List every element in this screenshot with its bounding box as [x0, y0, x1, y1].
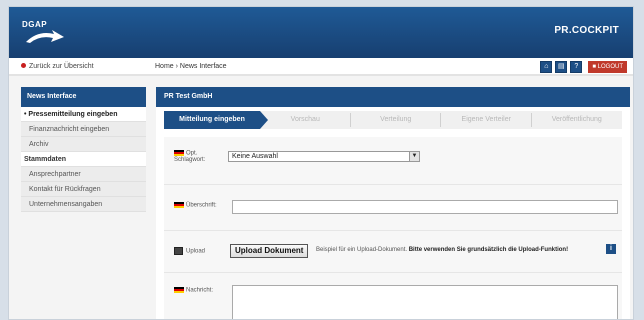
sidebar-item-finanznachricht[interactable]: Finanznachricht eingeben [21, 122, 146, 137]
back-link[interactable]: Zurück zur Übersicht [21, 63, 94, 70]
upload-row: Upload Upload Dokument Beispiel für ein … [164, 231, 622, 273]
wizard-steps: Mitteilung eingeben Vorschau Verteilung … [164, 111, 622, 129]
message-label-text: Nachricht: [186, 287, 214, 294]
header-bar: DGAP PR.COCKPIT [9, 7, 633, 58]
upload-document-button[interactable]: Upload Dokument [230, 244, 309, 258]
sidebar: News Interface • Pressemitteilung eingeb… [21, 87, 146, 212]
upload-icon [174, 247, 183, 255]
dgap-logo: DGAP [22, 20, 64, 43]
logout-button[interactable]: ■ LOGOUT [588, 61, 627, 73]
back-link-label: Zurück zur Übersicht [29, 63, 94, 70]
message-row: Nachricht: [164, 273, 622, 319]
step-veroeffentlichung: Veröffentlichung [551, 116, 602, 123]
home-icon[interactable]: ⌂ [540, 61, 553, 73]
keyword-row: Opt. Schlagwort: Keine Auswahl ▼ [164, 137, 622, 185]
step-vorschau: Vorschau [260, 111, 351, 129]
bullet-icon [21, 63, 26, 68]
logo-arrow-icon [26, 30, 64, 43]
sidebar-item-archiv[interactable]: Archiv [21, 137, 146, 152]
german-flag-icon [174, 287, 184, 293]
chevron-down-icon: ▼ [409, 152, 419, 161]
keyword-label: Opt. Schlagwort: [174, 150, 224, 163]
headline-input[interactable] [232, 200, 618, 214]
logout-icon: ■ [592, 64, 596, 70]
company-title: PR Test GmbH [156, 87, 630, 107]
sidebar-item-ansprechpartner[interactable]: Ansprechpartner [21, 167, 146, 182]
german-flag-icon [174, 202, 184, 208]
keyword-select[interactable]: Keine Auswahl ▼ [228, 151, 420, 162]
sidebar-section-stammdaten: Stammdaten [21, 152, 146, 167]
sidebar-item-kontakt[interactable]: Kontakt für Rückfragen [21, 182, 146, 197]
navigation-bar: Zurück zur Übersicht Home › News Interfa… [9, 58, 633, 76]
print-icon[interactable]: ▤ [555, 61, 568, 73]
help-icon[interactable]: ? [570, 61, 583, 73]
message-label: Nachricht: [174, 287, 213, 294]
headline-label: Überschrift: [174, 202, 217, 209]
breadcrumb: Home › News Interface [155, 63, 227, 70]
upload-note: Beispiel für ein Upload-Dokument. Bitte … [316, 247, 568, 253]
sidebar-item-pressemitteilung[interactable]: • Pressemitteilung eingeben [21, 107, 146, 122]
upload-note-bold: Bitte verwenden Sie grundsätzlich die Up… [408, 247, 569, 253]
upload-note-prefix: Beispiel für ein Upload-Dokument. [316, 247, 408, 253]
message-textarea[interactable] [232, 285, 618, 319]
step-verteilung: Verteilung [351, 111, 442, 129]
step-eigene-verteiler: Eigene Verteiler [441, 111, 532, 129]
upload-label-text: Upload [186, 248, 206, 255]
headline-row: Überschrift: [164, 185, 622, 231]
brand-title: PR.COCKPIT [554, 25, 619, 36]
step-mitteilung[interactable]: Mitteilung eingeben [164, 111, 268, 129]
sidebar-title: News Interface [21, 87, 146, 107]
app-window: DGAP PR.COCKPIT Zurück zur Übersicht Hom… [8, 6, 634, 320]
upload-label: Upload [174, 247, 205, 255]
keyword-select-value: Keine Auswahl [232, 153, 278, 160]
toolbar: ⌂ ▤ ? ■ LOGOUT [540, 61, 627, 73]
logout-label: LOGOUT [597, 64, 623, 70]
main-panel: PR Test GmbH Mitteilung eingeben Vorscha… [156, 87, 630, 319]
sidebar-item-unternehmensangaben[interactable]: Unternehmensangaben [21, 197, 146, 212]
german-flag-icon [174, 150, 184, 156]
info-icon[interactable]: i [606, 244, 616, 254]
headline-label-text: Überschrift: [186, 202, 217, 209]
